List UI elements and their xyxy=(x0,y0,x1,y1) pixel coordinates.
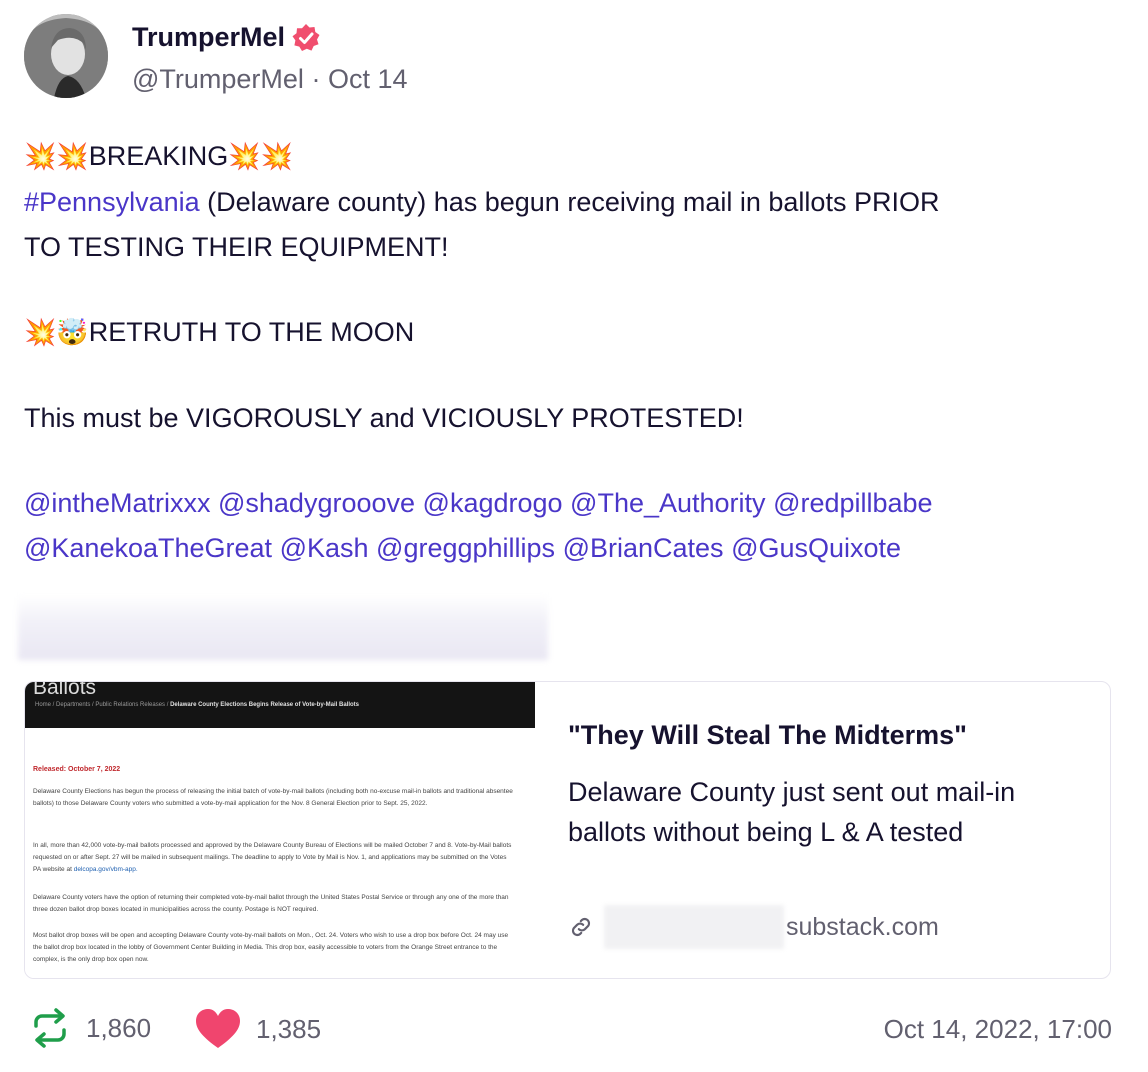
text-line: TO TESTING THEIR EQUIPMENT! xyxy=(24,225,1124,270)
thumbnail-paragraph: In all, more than 42,000 vote-by-mail ba… xyxy=(33,840,513,876)
retruth-count: 1,860 xyxy=(86,1012,152,1043)
hashtag-link[interactable]: #Pennsylvania xyxy=(24,187,200,217)
text-span: (Delaware county) has begun receiving ma… xyxy=(199,187,940,217)
mentions-row: @KanekoaTheGreat @Kash @greggphillips @B… xyxy=(24,526,1124,571)
mentions-row: @intheMatrixxx @shadygrooove @kagdrogo @… xyxy=(24,481,1124,526)
post-date[interactable]: Oct 14 xyxy=(328,64,408,94)
post-footer: 1,860 1,385 Oct 14, 2022, 17:00 xyxy=(28,1004,1112,1052)
retruth-button[interactable]: 1,860 xyxy=(28,1008,151,1048)
thumbnail-paragraph: Most ballot drop boxes will be open and … xyxy=(33,932,509,963)
retruth-line: 💥🤯RETRUTH TO THE MOON xyxy=(24,310,1124,356)
text-span: TO TESTING THEIR EQUIPMENT! xyxy=(24,232,449,262)
display-name[interactable]: TrumperMel xyxy=(132,22,321,53)
post-body: 💥💥BREAKING💥💥 #Pennsylvania (Delaware cou… xyxy=(24,134,1124,571)
thumbnail-release-date: Released: October 7, 2022 xyxy=(33,766,121,773)
card-description: Delaware County just sent out mail-in ba… xyxy=(568,777,1016,847)
retruth-text: RETRUTH TO THE MOON xyxy=(88,317,415,347)
breadcrumb-path: Home / Departments / Public Relations Re… xyxy=(35,702,169,708)
link-icon xyxy=(571,917,591,937)
thumbnail-paragraph: Delaware County voters have the option o… xyxy=(33,894,509,913)
text-span: This must be VIGOROUSLY and VICIOUSLY PR… xyxy=(24,403,744,433)
verified-badge-icon xyxy=(292,23,320,51)
blurred-url-prefix xyxy=(604,905,784,949)
post-meta: @TrumperMel · Oct 14 xyxy=(132,64,408,95)
mention-link[interactable]: @KanekoaTheGreat xyxy=(24,533,272,563)
avatar[interactable] xyxy=(24,14,108,98)
thumbnail-paragraph-link: delcopa.gov/vbm-app. xyxy=(73,866,138,873)
card-url[interactable]: substack.com xyxy=(568,905,939,949)
blurred-region xyxy=(18,594,548,660)
post-timestamp[interactable]: Oct 14, 2022, 17:00 xyxy=(884,1014,1112,1045)
collision-emoji: 💥💥 xyxy=(228,142,294,172)
mention-link[interactable]: @kagdrogo xyxy=(423,488,563,518)
breadcrumb-current: Delaware County Elections Begins Release… xyxy=(170,702,360,708)
breaking-text: BREAKING xyxy=(88,141,229,171)
card-domain: substack.com xyxy=(786,912,939,941)
text-line: This must be VIGOROUSLY and VICIOUSLY PR… xyxy=(24,396,1124,441)
breaking-line: 💥💥BREAKING💥💥 xyxy=(24,134,1124,180)
card-thumbnail: Ballots Home / Departments / Public Rela… xyxy=(25,682,535,978)
mention-link[interactable]: @Kash xyxy=(280,533,369,563)
like-button[interactable]: 1,385 xyxy=(194,1008,321,1050)
meta-separator: · xyxy=(311,64,321,94)
thumbnail-title: Ballots xyxy=(33,682,97,699)
heart-icon xyxy=(196,1009,240,1048)
thumbnail-header: Ballots Home / Departments / Public Rela… xyxy=(25,682,535,728)
post-header: TrumperMel @TrumperMel · Oct 14 xyxy=(24,14,1124,98)
collision-mindblown-emoji: 💥🤯 xyxy=(24,318,89,348)
avatar-image xyxy=(24,14,108,98)
mention-link[interactable]: @GusQuixote xyxy=(731,533,901,563)
mention-link[interactable]: @BrianCates xyxy=(563,533,724,563)
thumbnail-breadcrumb: Home / Departments / Public Relations Re… xyxy=(35,702,359,708)
text-line: #Pennsylvania (Delaware county) has begu… xyxy=(24,180,1124,225)
retruth-icon xyxy=(34,1008,66,1048)
display-name-text[interactable]: TrumperMel xyxy=(132,22,285,53)
thumbnail-paragraph: Delaware County Elections has begun the … xyxy=(33,788,513,807)
like-count: 1,385 xyxy=(256,1013,322,1044)
mention-link[interactable]: @shadygrooove xyxy=(218,488,415,518)
mention-link[interactable]: @redpillbabe xyxy=(773,488,933,518)
card-title[interactable]: "They Will Steal The Midterms" xyxy=(568,720,967,751)
handle[interactable]: @TrumperMel xyxy=(132,64,304,94)
link-preview-card[interactable]: Ballots Home / Departments / Public Rela… xyxy=(24,681,1111,979)
mention-link[interactable]: @The_Authority xyxy=(570,488,766,518)
collision-emoji: 💥💥 xyxy=(24,142,89,172)
mention-link[interactable]: @greggphillips xyxy=(376,533,555,563)
mention-link[interactable]: @intheMatrixxx xyxy=(24,488,210,518)
